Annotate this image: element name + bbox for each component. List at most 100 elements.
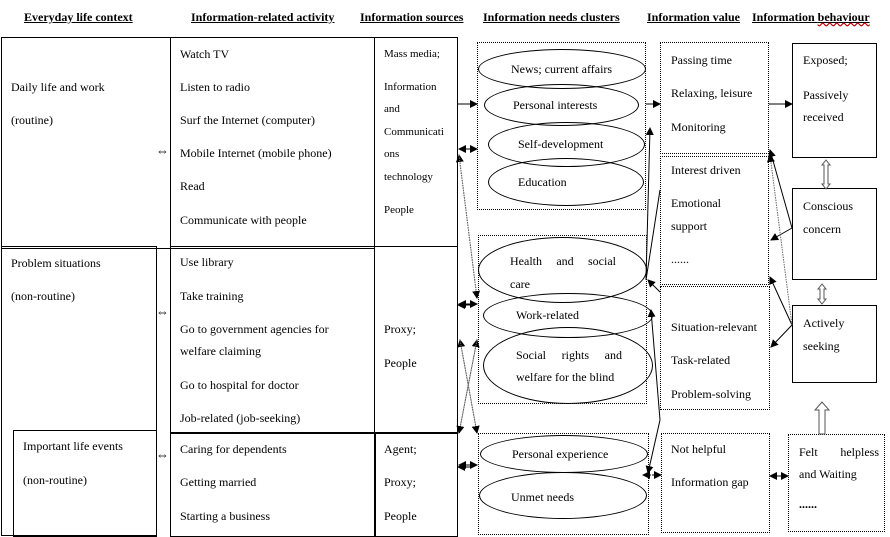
value-item: Passing time: [671, 53, 733, 67]
value-item: Problem-solving: [671, 387, 751, 401]
behaviour-text: received: [803, 110, 844, 124]
need-label: Work-related: [516, 308, 579, 322]
value-item: ......: [671, 252, 689, 266]
arrow-conscious-to-value-top: [768, 149, 793, 229]
source-item: People: [384, 356, 417, 370]
need-news-current-affairs: News; current affairs: [478, 49, 646, 89]
need-label-word: and: [556, 254, 574, 268]
arrow-value-to-needs-4: [645, 419, 661, 474]
source-item: People: [384, 509, 417, 523]
arrow-value-to-needs-1: [645, 127, 661, 281]
source-item: People: [384, 204, 414, 216]
behaviour-text: Conscious: [803, 199, 854, 213]
activity-item: Use library: [180, 255, 234, 269]
behaviour-text: Passively: [803, 88, 849, 102]
value-item: Task-related: [671, 353, 731, 367]
source-item: and: [384, 103, 400, 115]
source-item: Mass media;: [384, 48, 440, 60]
source-item: Communicati: [384, 126, 444, 138]
value-item: support: [671, 219, 707, 233]
activity-item: Go to hospital for doctor: [180, 378, 299, 392]
header-information-related-activity: Information-related activity: [191, 10, 335, 24]
header-information-sources: Information sources: [360, 10, 464, 24]
activity-item: Getting married: [180, 475, 257, 489]
arrow-active-to-value-mid: [770, 324, 793, 348]
need-label-rights: Social rights and: [516, 348, 622, 363]
context-daily-life-subtitle: (routine): [11, 113, 53, 127]
hollow-double-arrow-icon: [816, 283, 828, 305]
behaviour-word: helpless: [840, 445, 879, 459]
need-label: News; current affairs: [511, 62, 613, 76]
activity-item: welfare claiming: [180, 344, 261, 358]
source-item: ons: [384, 148, 400, 160]
need-unmet-needs: Unmet needs: [479, 472, 647, 519]
need-label: Personal experience: [512, 447, 609, 461]
activity-item: Watch TV: [180, 47, 230, 61]
header-information-needs-clusters: Information needs clusters: [483, 10, 620, 24]
need-label: Unmet needs: [511, 490, 574, 504]
context-events-title: Important life events: [23, 439, 123, 453]
arrow-conscious-to-value-mid: [770, 227, 793, 241]
value-item: Monitoring: [671, 120, 726, 134]
context-problem-subtitle: (non-routine): [11, 289, 75, 303]
arrow-dotted-cross-1: [458, 339, 480, 434]
need-personal-interests: Personal interests: [484, 84, 639, 126]
activity-item: Communicate with people: [180, 213, 307, 227]
arrow-dotted-needs-to-routine-sources: [455, 154, 478, 299]
value-item: Not helpful: [671, 442, 726, 456]
need-label-word: and: [604, 348, 622, 362]
behaviour-text: and Waiting: [799, 467, 857, 481]
value-item: Situation-relevant: [671, 320, 757, 334]
need-education: Education: [488, 158, 644, 206]
value-item: Interest driven: [671, 163, 741, 177]
need-label: Personal interests: [513, 98, 598, 112]
arrow-dotted-cross-3: [457, 339, 478, 434]
arrow-dotted-sources-to-work: [458, 154, 481, 299]
context-box-daily-life: [1, 37, 171, 249]
need-label: Self-development: [518, 137, 604, 151]
header-information-behaviour: Information behaviour: [752, 10, 870, 25]
source-item: Proxy;: [384, 322, 417, 336]
bidirectional-arrow-icon: ⇔: [156, 143, 169, 158]
behaviour-text-felt-helpless: Felt helpless: [799, 445, 879, 459]
context-problem-title: Problem situations: [11, 256, 101, 270]
activity-box-problem: [170, 246, 375, 434]
source-item: Agent;: [384, 442, 417, 456]
sources-box-problem: [374, 246, 458, 434]
value-item: Information gap: [671, 475, 749, 489]
activity-item: Go to government agencies for: [180, 322, 329, 336]
activity-item: Mobile Internet (mobile phone): [180, 146, 332, 160]
need-label-care: care: [510, 277, 530, 291]
activity-item: Read: [180, 179, 205, 193]
activity-item: Take training: [180, 289, 244, 303]
source-item: Information: [384, 81, 437, 93]
header-everyday-life-context: Everyday life context: [24, 10, 133, 24]
value-item: Emotional: [671, 196, 721, 210]
behaviour-text: Exposed;: [803, 53, 848, 67]
behaviour-text: concern: [803, 222, 841, 236]
behaviour-text: ......: [799, 497, 817, 511]
arrow-value-to-needs-2: [647, 279, 661, 293]
need-label-welfare: welfare for the blind: [516, 370, 615, 384]
context-events-subtitle: (non-routine): [23, 473, 87, 487]
header-behaviour-part1: Information: [752, 10, 818, 24]
arrow-dotted-cross-4: [459, 339, 480, 434]
context-daily-life-title: Daily life and work: [11, 80, 105, 94]
activity-item: Job-related (job-seeking): [180, 411, 301, 425]
need-label-word: Health: [510, 254, 542, 268]
behaviour-text: seeking: [803, 339, 840, 353]
need-label-word: Social: [516, 348, 546, 362]
behaviour-word: Felt: [799, 445, 818, 459]
source-item: Proxy;: [384, 475, 417, 489]
arrow-active-to-value-dotted: [766, 154, 793, 326]
bidirectional-arrow-icon: ⇔: [156, 304, 169, 319]
header-information-value: Information value: [647, 10, 740, 24]
activity-item: Starting a business: [180, 509, 270, 523]
arrow-dotted-cross-2: [456, 339, 478, 434]
hollow-up-arrow-icon: [813, 401, 831, 435]
need-social-rights-welfare: Social rights and welfare for the blind: [483, 327, 653, 404]
activity-item: Listen to radio: [180, 80, 250, 94]
behaviour-text: Actively: [803, 316, 845, 330]
value-item: Relaxing, leisure: [671, 86, 753, 100]
header-behaviour-part2: behaviour: [817, 10, 870, 24]
